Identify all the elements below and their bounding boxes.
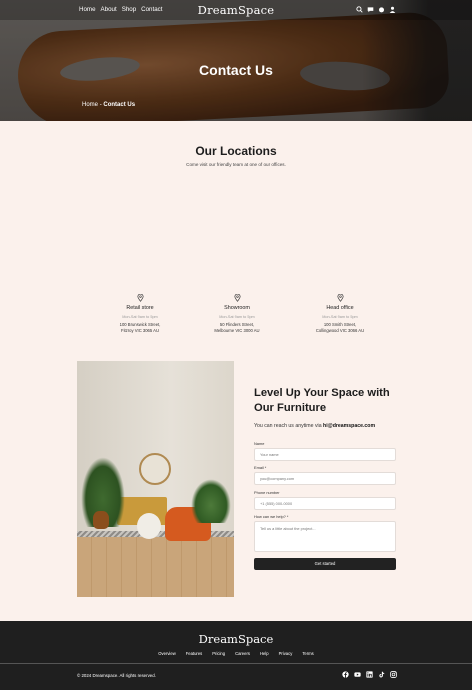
youtube-icon[interactable]: [354, 671, 361, 678]
footer-link-overview[interactable]: Overview: [158, 651, 175, 656]
office-retail-store: Retail store Mon-Sat 9am to 5pm 100 Brun…: [95, 294, 185, 334]
locations-subtitle: Come visit our friendly team at one of o…: [186, 162, 286, 167]
footer-link-pricing[interactable]: Pricing: [212, 651, 225, 656]
nav-icons: [356, 6, 396, 13]
office-hours: Mon-Sat 9am to 5pm: [219, 315, 255, 319]
email-field[interactable]: [254, 472, 396, 485]
footer-link-features[interactable]: Features: [186, 651, 203, 656]
facebook-icon[interactable]: [342, 671, 349, 678]
tiktok-icon[interactable]: [378, 671, 385, 678]
page-title: Contact Us: [199, 62, 273, 78]
footer-link-privacy[interactable]: Privacy: [279, 651, 293, 656]
social-links: [342, 671, 397, 678]
user-icon[interactable]: [389, 6, 396, 13]
message-label: How can we help? *: [254, 514, 289, 519]
address-line-2: Collingwood VIC 3066 AU: [315, 328, 365, 333]
footer-link-help[interactable]: Help: [260, 651, 269, 656]
top-navbar: Home About Shop Contact DreamSpace: [0, 0, 472, 20]
office-head-office: Head office Mon-Sat 9am to 5pm 100 Smith…: [295, 294, 385, 334]
office-address: 100 Brunswick Street, Fitzroy VIC 3065 A…: [95, 322, 185, 334]
site-footer: DreamSpace Overview Features Pricing Car…: [0, 621, 472, 690]
hero-banner: Home About Shop Contact DreamSpace Conta…: [0, 0, 472, 121]
living-room-photo: [77, 361, 234, 597]
site-logo[interactable]: DreamSpace: [0, 3, 472, 17]
linkedin-icon[interactable]: [366, 671, 373, 678]
footer-divider: [0, 663, 472, 664]
contact-subtext: You can reach us anytime via hi@dreamspa…: [254, 423, 375, 429]
footer-logo[interactable]: DreamSpace: [0, 632, 472, 646]
name-label: Name: [254, 441, 265, 446]
phone-field[interactable]: [254, 497, 396, 510]
contact-email-link[interactable]: hi@dreamspace.com: [323, 423, 375, 429]
email-label: Email *: [254, 465, 267, 470]
chat-icon[interactable]: [367, 6, 374, 13]
message-field[interactable]: [254, 521, 396, 552]
footer-link-careers[interactable]: Careers: [235, 651, 250, 656]
breadcrumb-current: Contact Us: [103, 102, 136, 108]
address-line-2: Fitzroy VIC 3065 AU: [121, 328, 159, 333]
contact-heading: Level Up Your Space with Our Furniture: [254, 387, 390, 414]
map-pin-icon: [233, 294, 241, 302]
office-hours: Mon-Sat 9am to 5pm: [122, 315, 158, 319]
name-field[interactable]: [254, 448, 396, 461]
office-address: 50 Flinders Street, Melbourne VIC 3000 A…: [192, 322, 282, 334]
footer-nav: Overview Features Pricing Careers Help P…: [0, 651, 472, 656]
footer-link-terms[interactable]: Terms: [302, 651, 313, 656]
office-name: Showroom: [224, 305, 250, 311]
breadcrumb-home[interactable]: Home: [82, 102, 98, 108]
breadcrumb-separator: -: [99, 102, 102, 108]
map-pin-icon: [336, 294, 344, 302]
phone-label: Phone number: [254, 490, 280, 495]
contact-reach-text: You can reach us anytime via: [254, 423, 322, 429]
breadcrumb: Home - Contact Us: [82, 102, 135, 108]
locations-heading: Our Locations: [195, 144, 277, 158]
office-hours: Mon-Sat 9am to 5pm: [322, 315, 358, 319]
instagram-icon[interactable]: [390, 671, 397, 678]
office-name: Head office: [326, 305, 354, 311]
address-line-2: Melbourne VIC 3000 AU: [214, 328, 260, 333]
office-name: Retail store: [126, 305, 154, 311]
get-started-button[interactable]: Get started: [254, 558, 396, 570]
office-address: 100 Smith Street, Collingwood VIC 3066 A…: [295, 322, 385, 334]
search-icon[interactable]: [356, 6, 363, 13]
office-showroom: Showroom Mon-Sat 9am to 5pm 50 Flinders …: [192, 294, 282, 334]
map-pin-icon: [136, 294, 144, 302]
cart-icon[interactable]: [378, 6, 385, 13]
copyright-text: © 2024 Dreamspace. All rights reserved.: [77, 673, 156, 678]
